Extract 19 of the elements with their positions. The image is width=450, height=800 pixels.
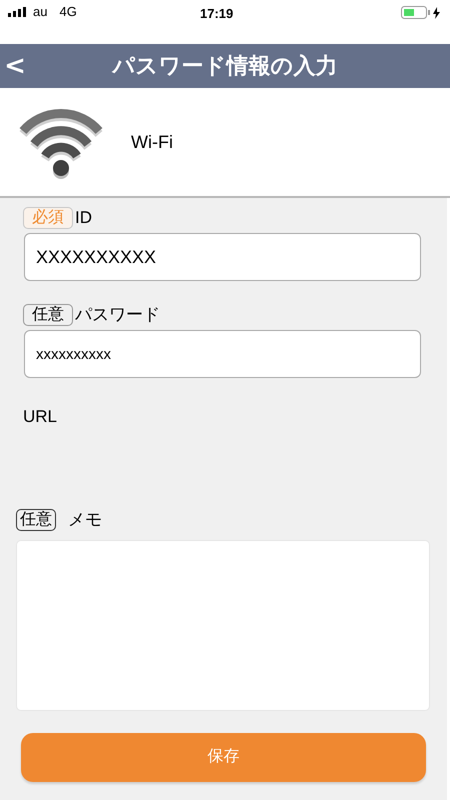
input-field[interactable]: XXXXXXXXXX [24,233,421,281]
memo-field[interactable] [16,540,430,710]
field-label: メモ [68,508,102,531]
status-time: 17:19 [200,5,234,23]
item-name: Wi-Fi [131,130,173,154]
signal-icon [8,7,27,17]
header-title: パスワード情報の入力 [110,52,338,80]
field-label: URL [23,406,58,428]
back-button[interactable]: < [4,51,26,81]
required-badge: 必須 [23,207,73,229]
input-field[interactable]: xxxxxxxxxx [24,330,421,378]
battery-icon [401,6,431,19]
charging-icon [433,6,440,18]
carrier-text: au [33,3,48,22]
field-label: パスワード [75,304,160,326]
field-label: ID [75,207,92,230]
optional-badge: 任意 [23,304,73,326]
network-text: 4G [59,3,77,22]
optional-badge: 任意 [16,508,56,530]
